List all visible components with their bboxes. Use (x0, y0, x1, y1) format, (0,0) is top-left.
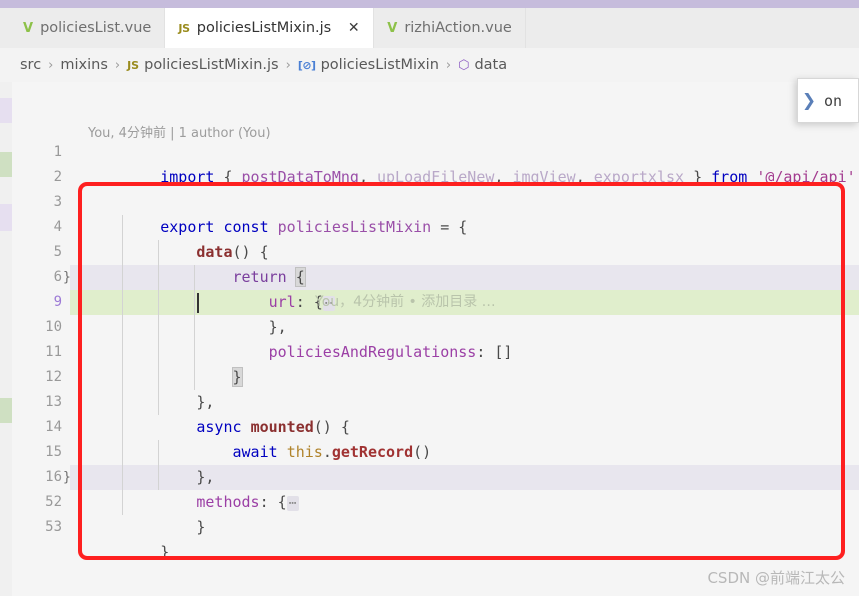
tab-label: policiesList.vue (40, 20, 152, 36)
code-line[interactable]: } (70, 515, 859, 561)
token: exportxlsx (593, 168, 685, 186)
code-line-folded[interactable]: url: {⋯ (70, 265, 859, 311)
breadcrumb-label: data (474, 57, 508, 73)
code-line[interactable]: } (70, 340, 859, 387)
hover-popup[interactable]: ❯ on (797, 78, 859, 123)
code-line-folded[interactable]: methods: {⋯ (70, 465, 859, 511)
line-number: 12 (45, 369, 62, 385)
text-cursor (197, 293, 199, 313)
editor-gutter: 1 2 3 4 5 6 9 10 11 12 13 14 15 16 52 53 (12, 82, 70, 596)
line-number: 53 (45, 519, 62, 535)
code-line[interactable]: }, (70, 365, 859, 411)
line-number: 52 (45, 494, 62, 510)
code-editor[interactable]: 1 2 3 4 5 6 9 10 11 12 13 14 15 16 52 53… (0, 82, 859, 596)
vue-icon: V (23, 20, 34, 36)
js-icon: JS (127, 58, 140, 72)
js-icon: JS (178, 21, 190, 35)
code-line[interactable]: data() { (70, 215, 859, 261)
code-line[interactable]: async mounted() { (70, 390, 859, 436)
chevron-right-icon[interactable]: ❯ (798, 91, 820, 111)
token: , (575, 168, 594, 186)
code-line[interactable]: policiesAndRegulationss: [] (70, 315, 859, 361)
ruler-mark-added (0, 398, 12, 423)
line-number: 5 (53, 244, 62, 260)
token: from (711, 168, 748, 186)
line-number: 10 (45, 319, 62, 335)
code-line-current[interactable]: }, You，4分钟前 • 添加目录 … (70, 290, 859, 336)
code-line[interactable]: return { (70, 240, 859, 287)
watermark: CSDN @前端江太公 (707, 569, 845, 587)
token: , (494, 168, 513, 186)
token: imgView (512, 168, 576, 186)
line-number: 1 (53, 144, 62, 160)
chevron-right-icon: › (48, 57, 54, 73)
breadcrumb-item-file[interactable]: JS policiesListMixin.js (127, 57, 279, 73)
cube-icon: ⬡ (458, 57, 470, 73)
breadcrumb-label: policiesListMixin.js (144, 57, 279, 73)
tab-label: policiesListMixin.js (196, 20, 332, 36)
code-line[interactable]: export const policiesListMixin = { (70, 190, 859, 236)
breadcrumb-label: policiesListMixin (320, 57, 439, 73)
code-line[interactable]: import { postDataToMng, upLoadFileNew, i… (70, 140, 859, 186)
line-number: 14 (45, 419, 62, 435)
token: } (160, 543, 170, 561)
popup-text: on (820, 91, 843, 110)
chevron-right-icon: › (114, 57, 121, 73)
property-icon: [⊘] (297, 58, 316, 72)
chevron-right-icon: › (285, 57, 291, 73)
tab-rizhiaction-vue[interactable]: V rizhiAction.vue (374, 8, 526, 48)
line-number: 4 (53, 219, 62, 235)
line-number: 15 (45, 444, 62, 460)
tab-policieslist-vue[interactable]: V policiesList.vue (10, 8, 166, 48)
line-number: 13 (45, 394, 62, 410)
token: import (160, 168, 215, 186)
breadcrumb-label: src (20, 57, 42, 73)
code-line[interactable]: } (70, 490, 859, 536)
token: } (684, 168, 712, 186)
breadcrumb-item-data[interactable]: ⬡ data (458, 57, 507, 73)
line-number: 11 (45, 344, 62, 360)
breadcrumb-item-symbol[interactable]: [⊘] policiesListMixin (298, 57, 439, 73)
token: postDataToMng (241, 168, 359, 186)
token: { (214, 168, 242, 186)
token: '@/api/api' (756, 168, 856, 186)
ruler-mark-change (0, 98, 12, 123)
ruler-mark-added (0, 152, 12, 177)
tab-label: rizhiAction.vue (404, 20, 512, 36)
overview-ruler[interactable] (0, 82, 12, 596)
title-bar (0, 0, 859, 8)
chevron-right-icon: › (445, 57, 452, 73)
tab-policieslistmixin-js[interactable]: JS policiesListMixin.js ✕ (165, 8, 375, 48)
code-line[interactable]: await this.getRecord() (70, 415, 859, 461)
token: , (358, 168, 377, 186)
git-codelens[interactable]: You, 4分钟前 | 1 author (You) (88, 122, 271, 141)
breadcrumb-label: mixins (60, 57, 108, 73)
line-number: 16 (45, 469, 62, 485)
editor-tab-bar: V policiesList.vue JS policiesListMixin.… (0, 8, 859, 48)
line-number: 3 (53, 194, 62, 210)
line-number: 2 (53, 169, 62, 185)
ruler-mark-change (0, 204, 12, 231)
code-content[interactable]: import { postDataToMng, upLoadFileNew, i… (70, 82, 859, 596)
vue-icon: V (387, 20, 398, 36)
close-icon[interactable]: ✕ (347, 21, 360, 35)
breadcrumb: src › mixins › JS policiesListMixin.js ›… (0, 48, 859, 82)
code-line[interactable]: }, (70, 440, 859, 486)
breadcrumb-item-src[interactable]: src (20, 57, 41, 73)
line-number-current: 9 (53, 294, 62, 310)
git-blame-annotation[interactable]: You，4分钟前 • 添加目录 … (315, 290, 496, 315)
tab-bar-lead-space (0, 8, 10, 48)
line-number: 6 (53, 269, 62, 285)
token: upLoadFileNew (377, 168, 495, 186)
breadcrumb-item-mixins[interactable]: mixins (60, 57, 108, 73)
